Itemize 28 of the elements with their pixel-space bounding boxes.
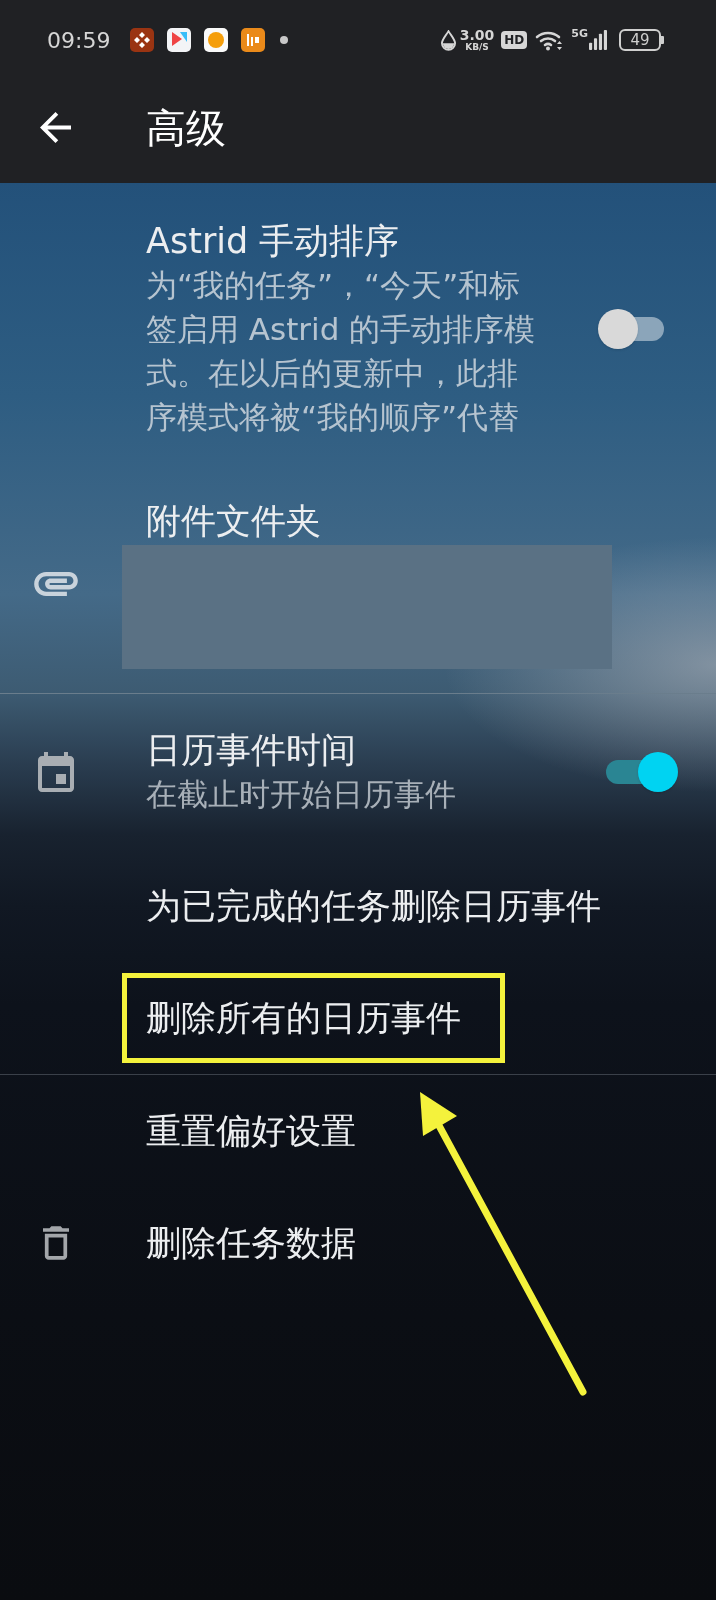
circle-app-icon (204, 28, 229, 52)
hd-indicator: HD (501, 31, 528, 49)
network-speed-unit: KB/S (465, 43, 489, 52)
page-title: 高级 (146, 103, 226, 153)
setting-summary: 在截止时开始日历事件 (146, 775, 456, 814)
notification-dot-icon (280, 36, 289, 44)
setting-title[interactable]: 删除任务数据 (146, 1221, 356, 1265)
setting-title[interactable]: 为已完成的任务删除日历事件 (146, 884, 601, 928)
signal-strength-icon (589, 29, 607, 51)
back-arrow-icon[interactable] (40, 112, 71, 143)
clock-time: 09:59 (47, 26, 111, 55)
setting-title[interactable]: 删除所有的日历事件 (146, 998, 461, 1038)
wifi-icon (535, 29, 564, 51)
paperclip-icon (34, 572, 78, 596)
setting-title: Astrid 手动排序 (146, 220, 400, 263)
network-speed-value: 3.00 (459, 28, 495, 42)
setting-summary: 为“我的任务”，“今天”和标签启用 Astrid 的手动排序模式。在以后的更新中，此排序模式将被“我的顺序”代替 (146, 266, 537, 437)
setting-title[interactable]: 重置偏好设置 (146, 1109, 356, 1153)
calendar-icon (38, 752, 74, 792)
battery-indicator: 49 (619, 29, 664, 51)
trash-icon (43, 1226, 69, 1260)
diamond-pattern-app-icon (130, 28, 155, 52)
setting-title[interactable]: 附件文件夹 (146, 499, 321, 543)
triangle-app-icon (167, 28, 192, 52)
water-drop-icon (440, 29, 456, 51)
setting-title: 日历事件时间 (146, 729, 356, 772)
stripes-app-icon (241, 28, 266, 52)
network-type-label: 5G (571, 26, 588, 42)
